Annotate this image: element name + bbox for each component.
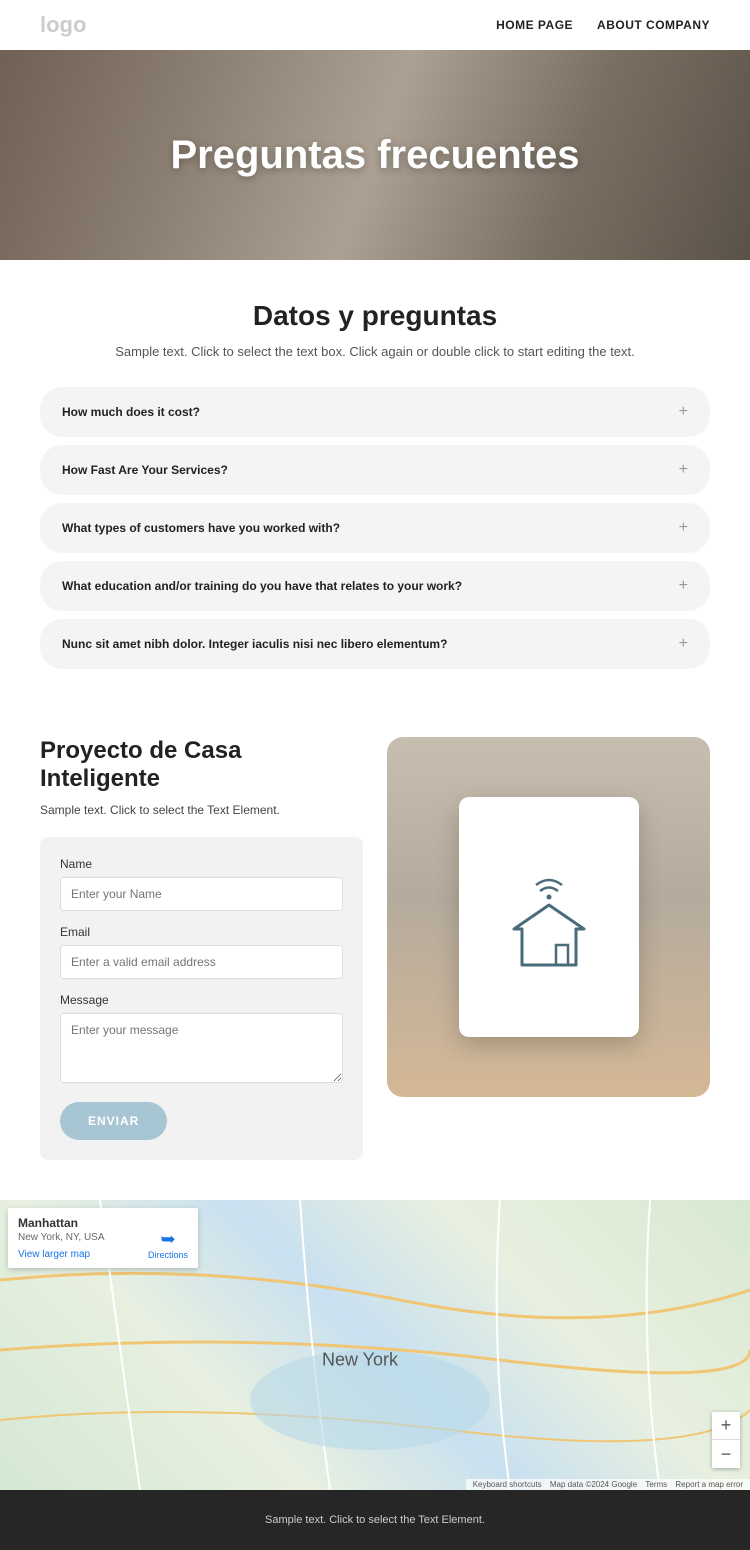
nav-about[interactable]: ABOUT COMPANY (597, 18, 710, 32)
plus-icon: + (679, 635, 688, 653)
zoom-out-button[interactable]: − (712, 1440, 740, 1468)
faq-section: Datos y preguntas Sample text. Click to … (0, 260, 750, 727)
directions-icon: ➥ (148, 1229, 188, 1250)
message-label: Message (60, 993, 343, 1007)
map-info-title: Manhattan (18, 1216, 105, 1230)
accordion-question: How Fast Are Your Services? (62, 463, 228, 477)
hero-title: Preguntas frecuentes (170, 133, 579, 178)
directions-label: Directions (148, 1250, 188, 1260)
logo[interactable]: logo (40, 12, 86, 38)
directions-button[interactable]: ➥ Directions (148, 1229, 188, 1260)
accordion-question: Nunc sit amet nibh dolor. Integer iaculi… (62, 637, 447, 651)
map-data: Map data ©2024 Google (550, 1480, 637, 1489)
submit-button[interactable]: ENVIAR (60, 1102, 167, 1140)
footer-text: Sample text. Click to select the Text El… (24, 1514, 726, 1526)
zoom-in-button[interactable]: + (712, 1412, 740, 1440)
smart-home-icon (494, 857, 604, 977)
map-info-address: New York, NY, USA (18, 1232, 105, 1243)
contact-subtitle: Sample text. Click to select the Text El… (40, 803, 363, 817)
map-attribution: Keyboard shortcuts Map data ©2024 Google… (466, 1479, 750, 1490)
name-label: Name (60, 857, 343, 871)
tablet-device (459, 797, 639, 1037)
map-report[interactable]: Report a map error (675, 1480, 743, 1489)
map-shortcuts[interactable]: Keyboard shortcuts (473, 1480, 542, 1489)
accordion-question: How much does it cost? (62, 405, 200, 419)
map-zoom-controls: + − (712, 1412, 740, 1468)
footer: Sample text. Click to select the Text El… (0, 1490, 750, 1550)
accordion-item[interactable]: What education and/or training do you ha… (40, 561, 710, 611)
faq-title: Datos y preguntas (40, 300, 710, 332)
plus-icon: + (679, 403, 688, 421)
accordion-question: What education and/or training do you ha… (62, 579, 462, 593)
map-info-card: Manhattan New York, NY, USA View larger … (8, 1208, 198, 1268)
accordion-item[interactable]: How Fast Are Your Services? + (40, 445, 710, 495)
accordion-question: What types of customers have you worked … (62, 521, 340, 535)
accordion-item[interactable]: What types of customers have you worked … (40, 503, 710, 553)
plus-icon: + (679, 519, 688, 537)
accordion-item[interactable]: Nunc sit amet nibh dolor. Integer iaculi… (40, 619, 710, 669)
email-input[interactable] (60, 945, 343, 979)
device-image (387, 737, 710, 1097)
hero-banner: Preguntas frecuentes (0, 50, 750, 260)
email-label: Email (60, 925, 343, 939)
message-input[interactable] (60, 1013, 343, 1083)
faq-subtitle: Sample text. Click to select the text bo… (40, 344, 710, 359)
contact-section: Proyecto de Casa Inteligente Sample text… (0, 727, 750, 1200)
contact-title: Proyecto de Casa Inteligente (40, 737, 363, 793)
accordion-item[interactable]: How much does it cost? + (40, 387, 710, 437)
view-larger-map-link[interactable]: View larger map (18, 1249, 105, 1260)
header: logo HOME PAGE ABOUT COMPANY (0, 0, 750, 50)
contact-form: Name Email Message ENVIAR (40, 837, 363, 1160)
contact-image-wrap (387, 737, 710, 1160)
map-city-label: New York (322, 1349, 398, 1370)
plus-icon: + (679, 461, 688, 479)
contact-left: Proyecto de Casa Inteligente Sample text… (40, 737, 363, 1160)
map-terms[interactable]: Terms (645, 1480, 667, 1489)
name-input[interactable] (60, 877, 343, 911)
map[interactable]: Manhattan New York, NY, USA View larger … (0, 1200, 750, 1490)
plus-icon: + (679, 577, 688, 595)
nav-home[interactable]: HOME PAGE (496, 18, 573, 32)
main-nav: HOME PAGE ABOUT COMPANY (496, 18, 710, 32)
